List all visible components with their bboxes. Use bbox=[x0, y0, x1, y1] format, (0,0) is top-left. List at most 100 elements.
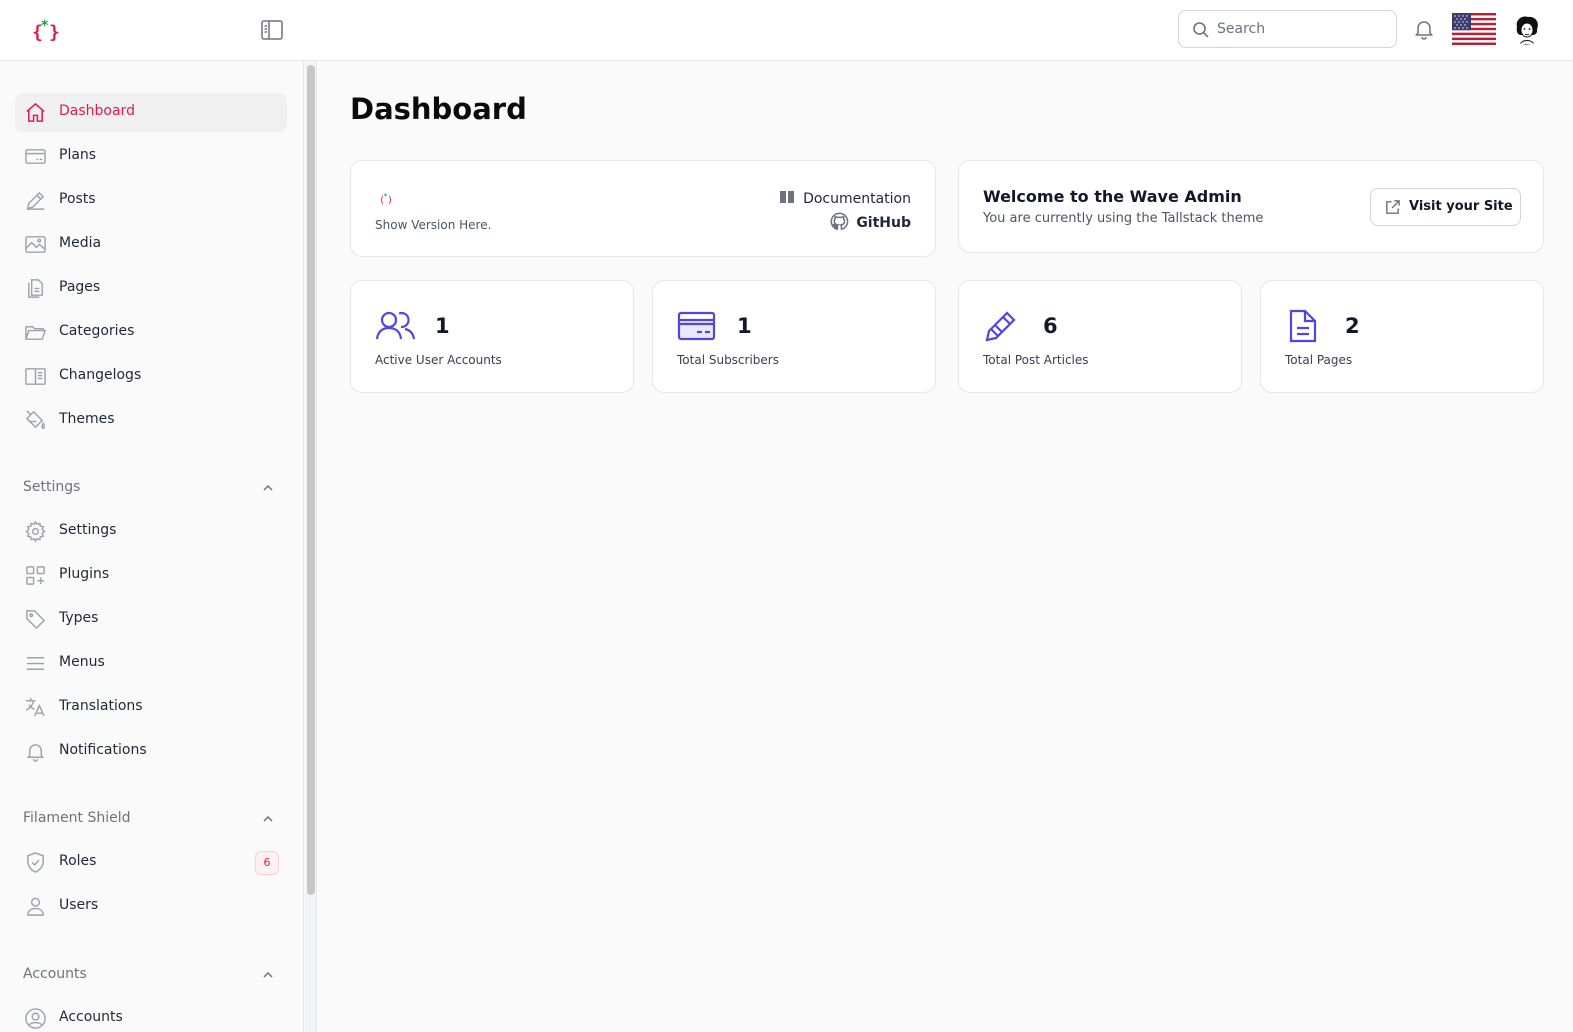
sidebar-item-label: Menus bbox=[59, 654, 105, 670]
notifications-bell-icon[interactable] bbox=[1413, 18, 1435, 40]
sidebar-item-notifications[interactable]: Notifications bbox=[15, 732, 287, 771]
svg-text:}: } bbox=[49, 22, 60, 43]
group-label: Accounts bbox=[23, 966, 87, 982]
chevron-up-icon[interactable] bbox=[261, 812, 275, 826]
sidebar-item-label: Pages bbox=[59, 279, 101, 295]
wave-logo-icon: ( ) * bbox=[379, 192, 393, 205]
stat-card-subscribers: 1 Total Subscribers bbox=[652, 280, 936, 393]
squares-plus-icon bbox=[26, 566, 45, 585]
sidebar-item-label: Plugins bbox=[59, 566, 110, 582]
search-box[interactable] bbox=[1178, 10, 1397, 48]
home-icon bbox=[26, 102, 45, 122]
sidebar-item-themes[interactable]: Themes bbox=[15, 401, 287, 440]
sidebar-item-menus[interactable]: Menus bbox=[15, 644, 287, 683]
sidebar-item-label: Settings bbox=[59, 522, 117, 538]
accounts-group-header[interactable]: Accounts bbox=[15, 960, 287, 990]
group-label: Filament Shield bbox=[23, 810, 131, 826]
sidebar-item-label: Themes bbox=[59, 411, 115, 427]
stat-label: Total Subscribers bbox=[677, 353, 779, 367]
sidebar-item-label: Types bbox=[59, 610, 99, 626]
sidebar-item-label: Translations bbox=[59, 698, 143, 714]
github-label: GitHub bbox=[856, 215, 911, 231]
documentation-label: Documentation bbox=[803, 191, 911, 207]
top-bar: { } * bbox=[0, 0, 1573, 61]
paint-bucket-icon bbox=[25, 410, 46, 430]
user-avatar[interactable] bbox=[1511, 13, 1543, 45]
sidebar-item-posts[interactable]: Posts bbox=[15, 181, 287, 220]
sidebar-item-plugins[interactable]: Plugins bbox=[15, 556, 287, 595]
pencil-icon bbox=[26, 191, 45, 210]
roles-count-badge: 6 bbox=[255, 851, 279, 875]
svg-text:*: * bbox=[384, 192, 388, 201]
filament-shield-group-header[interactable]: Filament Shield bbox=[15, 804, 287, 834]
stat-label: Total Pages bbox=[1285, 353, 1353, 367]
user-icon bbox=[27, 897, 44, 916]
stat-card-active-users: 1 Active User Accounts bbox=[350, 280, 634, 393]
sidebar-item-label: Media bbox=[59, 235, 102, 251]
svg-text:*: * bbox=[41, 18, 49, 34]
sidebar-item-label: Categories bbox=[59, 323, 135, 339]
github-icon bbox=[830, 212, 849, 230]
visit-site-label: Visit your Site bbox=[1409, 199, 1513, 214]
sidebar-item-categories[interactable]: Categories bbox=[15, 313, 287, 352]
scrollbar-thumb[interactable] bbox=[307, 65, 315, 895]
version-text: Show Version Here. bbox=[375, 218, 492, 232]
sidebar-item-media[interactable]: Media bbox=[15, 225, 287, 264]
sidebar-item-label: Plans bbox=[59, 147, 97, 163]
welcome-subtitle: You are currently using the Tallstack th… bbox=[983, 211, 1264, 226]
users-icon bbox=[375, 311, 416, 340]
group-label: Settings bbox=[23, 479, 81, 495]
stat-label: Total Post Articles bbox=[983, 353, 1089, 367]
document-text-icon bbox=[1289, 309, 1317, 343]
sidebar-item-accounts[interactable]: Accounts bbox=[15, 999, 287, 1032]
stat-value: 6 bbox=[1043, 314, 1058, 338]
us-flag-icon[interactable] bbox=[1452, 13, 1496, 45]
sidebar-toggle-icon[interactable] bbox=[260, 19, 284, 41]
welcome-card: Welcome to the Wave Admin You are curren… bbox=[958, 160, 1544, 253]
visit-site-button[interactable]: Visit your Site bbox=[1370, 188, 1521, 226]
external-link-icon bbox=[1386, 200, 1400, 214]
sidebar-item-label: Posts bbox=[59, 191, 96, 207]
stat-value: 1 bbox=[435, 314, 450, 338]
stat-value: 1 bbox=[737, 314, 752, 338]
welcome-title: Welcome to the Wave Admin bbox=[983, 187, 1242, 206]
settings-group-header[interactable]: Settings bbox=[15, 473, 287, 503]
stat-card-post-articles: 6 Total Post Articles bbox=[958, 280, 1242, 393]
sidebar-item-label: Accounts bbox=[59, 1009, 123, 1025]
book-open-icon bbox=[25, 368, 46, 385]
shield-check-icon bbox=[27, 852, 44, 873]
sidebar-item-label: Dashboard bbox=[59, 103, 135, 119]
bars-icon bbox=[26, 657, 45, 670]
stat-card-pages: 2 Total Pages bbox=[1260, 280, 1544, 393]
github-link[interactable]: GitHub bbox=[830, 212, 911, 232]
sidebar-item-types[interactable]: Types bbox=[15, 600, 287, 639]
sidebar-item-plans[interactable]: Plans bbox=[15, 137, 287, 176]
sidebar-item-label: Users bbox=[59, 897, 99, 913]
chevron-up-icon[interactable] bbox=[261, 968, 275, 982]
book-icon bbox=[780, 191, 795, 203]
sidebar: Dashboard Plans Posts Media Pages Catego… bbox=[0, 61, 304, 1032]
image-icon bbox=[25, 236, 46, 253]
sidebar-scrollbar[interactable] bbox=[305, 61, 317, 1032]
search-icon bbox=[1193, 22, 1209, 38]
pencil-icon bbox=[985, 311, 1016, 342]
stat-value: 2 bbox=[1345, 314, 1360, 338]
sidebar-item-changelogs[interactable]: Changelogs bbox=[15, 357, 287, 396]
search-input[interactable] bbox=[1217, 17, 1387, 41]
sidebar-item-label: Changelogs bbox=[59, 367, 142, 383]
sidebar-item-translations[interactable]: Translations bbox=[15, 688, 287, 727]
sidebar-item-dashboard[interactable]: Dashboard bbox=[15, 93, 287, 132]
version-info-card: ( ) * Show Version Here. Documentation G… bbox=[350, 160, 936, 257]
sidebar-item-settings[interactable]: Settings bbox=[15, 512, 287, 551]
sidebar-item-roles[interactable]: Roles 6 bbox=[15, 843, 287, 882]
wave-logo-icon[interactable]: { } * bbox=[30, 16, 62, 44]
sidebar-item-pages[interactable]: Pages bbox=[15, 269, 287, 308]
sidebar-item-label: Roles bbox=[59, 853, 97, 869]
credit-card-icon bbox=[25, 149, 46, 164]
chevron-up-icon[interactable] bbox=[261, 481, 275, 495]
language-icon bbox=[25, 697, 45, 717]
avatar-illustration-icon bbox=[1511, 13, 1543, 45]
sidebar-item-users[interactable]: Users bbox=[15, 887, 287, 926]
documentation-link[interactable]: Documentation bbox=[780, 188, 911, 208]
bell-icon bbox=[26, 744, 45, 762]
